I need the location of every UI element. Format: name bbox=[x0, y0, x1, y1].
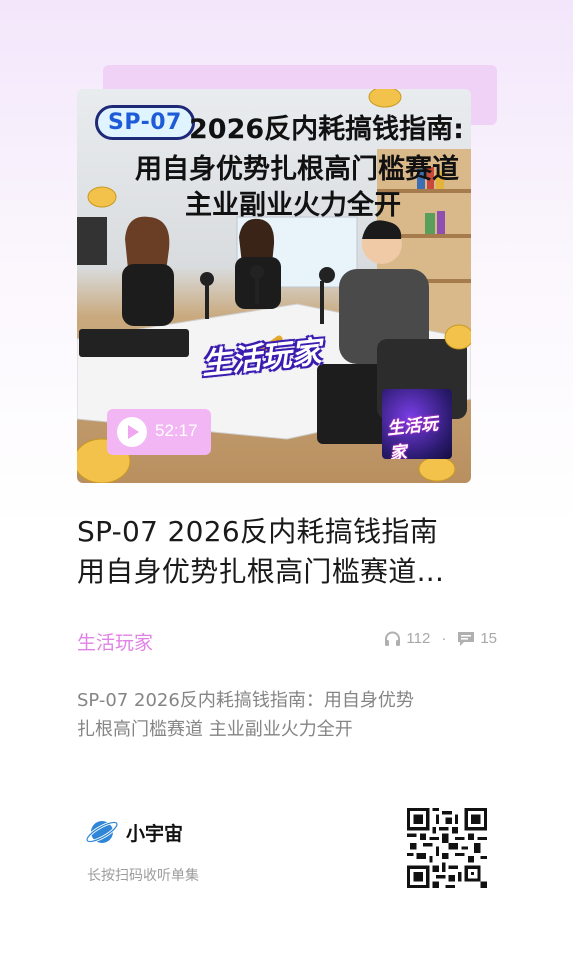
episode-title-line2: 用自身优势扎根高门槛赛道... bbox=[77, 555, 445, 588]
comment-count: 15 bbox=[480, 630, 497, 647]
qr-code[interactable] bbox=[407, 808, 487, 888]
planet-logo-icon bbox=[85, 820, 119, 844]
scan-hint: 长按扫码收听单集 bbox=[87, 868, 199, 884]
play-duration-chip[interactable]: 52:17 bbox=[107, 409, 211, 455]
episode-title: SP-07 2026反内耗搞钱指南 用自身优势扎根高门槛赛道... bbox=[77, 512, 497, 592]
app-logo: 小宇宙 bbox=[84, 816, 183, 848]
duration-label: 52:17 bbox=[155, 421, 198, 440]
cover-title-line1: 2026反内耗搞钱指南: bbox=[189, 114, 464, 145]
comment-icon bbox=[458, 631, 475, 646]
cover-title-line2: 用自身优势扎根高门槛赛道 bbox=[135, 154, 459, 185]
description-line2: 扎根高门槛赛道 主业副业火力全开 bbox=[77, 719, 353, 740]
episode-cover[interactable]: SP-07 2026反内耗搞钱指南: 用自身优势扎根高门槛赛道 主业副业火力全开… bbox=[77, 89, 471, 483]
app-name: 小宇宙 bbox=[126, 822, 184, 845]
mini-cover-title: 生活玩家 bbox=[386, 414, 439, 459]
podcast-mini-cover: 生活玩家 bbox=[382, 389, 452, 459]
episode-title-line1: SP-07 2026反内耗搞钱指南 bbox=[77, 515, 439, 548]
description-line1: SP-07 2026反内耗搞钱指南：用自身优势 bbox=[77, 690, 414, 711]
stats-separator: · bbox=[441, 630, 447, 647]
episode-description: SP-07 2026反内耗搞钱指南：用自身优势 扎根高门槛赛道 主业副业火力全开 bbox=[77, 686, 497, 744]
episode-stats: 112 · 15 bbox=[384, 630, 497, 647]
channel-name[interactable]: 生活玩家 bbox=[77, 628, 153, 655]
headphones-icon bbox=[385, 631, 401, 646]
listen-count: 112 bbox=[406, 630, 431, 647]
play-icon[interactable] bbox=[117, 417, 147, 447]
cover-title-line3: 主业副业火力全开 bbox=[185, 190, 401, 221]
episode-code-badge: SP-07 bbox=[95, 105, 195, 140]
